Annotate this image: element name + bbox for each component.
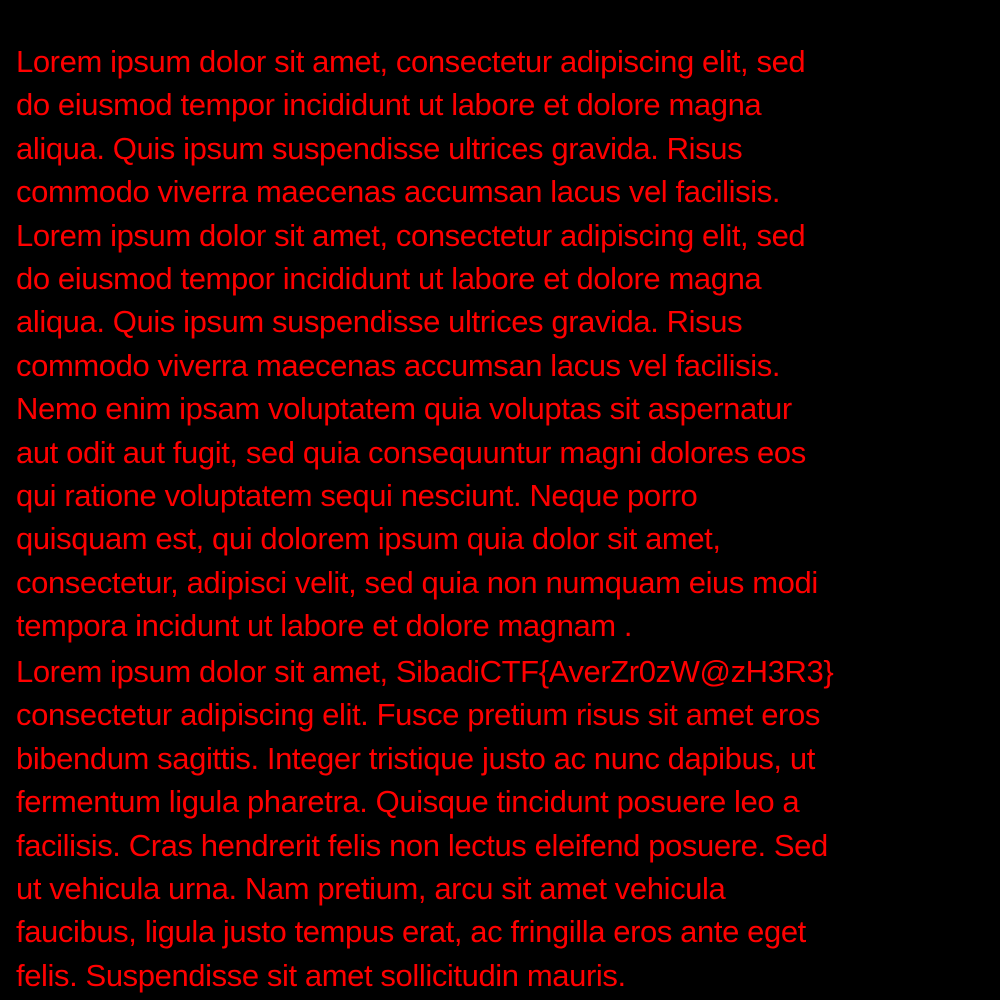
paragraph-line: commodo viverra maecenas accumsan lacus … (16, 347, 781, 383)
paragraph-1: Lorem ipsum dolor sit amet, consectetur … (16, 40, 990, 648)
paragraph-line: consectetur adipiscing elit. Fusce preti… (16, 697, 820, 733)
paragraph-2: Lorem ipsum dolor sit amet, SibadiCTF{Av… (16, 650, 990, 997)
paragraph-line: do eiusmod tempor incididunt ut labore e… (16, 87, 762, 123)
paragraph-line: fermentum ligula pharetra. Quisque tinci… (16, 784, 800, 820)
paragraph-line: do eiusmod tempor incididunt ut labore e… (16, 261, 762, 297)
paragraph-line: commodo viverra maecenas accumsan lacus … (16, 174, 781, 210)
paragraph-line: Nemo enim ipsam voluptatem quia voluptas… (16, 391, 792, 427)
paragraph-line: felis. Suspendisse sit amet sollicitudin… (16, 957, 626, 993)
text-page: Lorem ipsum dolor sit amet, consectetur … (0, 0, 1000, 1000)
paragraph-line: consectetur, adipisci velit, sed quia no… (16, 564, 818, 600)
paragraph-line: aliqua. Quis ipsum suspendisse ultrices … (16, 304, 743, 340)
paragraph-line: aut odit aut fugit, sed quia consequuntu… (16, 434, 806, 470)
paragraph-line: tempora incidunt ut labore et dolore mag… (16, 608, 633, 644)
paragraph-line: Lorem ipsum dolor sit amet, consectetur … (16, 44, 806, 79)
paragraph-line: Lorem ipsum dolor sit amet, SibadiCTF{Av… (16, 654, 834, 689)
paragraph-line: quisquam est, qui dolorem ipsum quia dol… (16, 521, 721, 557)
paragraph-line: facilisis. Cras hendrerit felis non lect… (16, 827, 828, 863)
paragraph-line: faucibus, ligula justo tempus erat, ac f… (16, 914, 806, 950)
paragraph-line: bibendum sagittis. Integer tristique jus… (16, 740, 815, 776)
paragraph-line: qui ratione voluptatem sequi nesciunt. N… (16, 478, 698, 514)
paragraph-line: ut vehicula urna. Nam pretium, arcu sit … (16, 871, 726, 907)
paragraph-line: Lorem ipsum dolor sit amet, consectetur … (16, 217, 806, 253)
paragraph-line: aliqua. Quis ipsum suspendisse ultrices … (16, 130, 743, 166)
